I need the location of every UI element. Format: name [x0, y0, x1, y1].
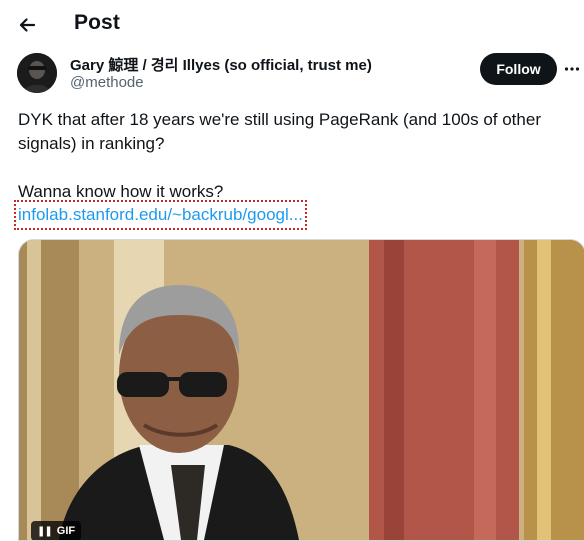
more-options-button[interactable] — [562, 58, 582, 80]
tweet-text-line — [18, 156, 568, 180]
follow-button[interactable]: Follow — [480, 53, 557, 85]
pause-icon: ❚❚ — [37, 525, 53, 537]
avatar-image — [17, 53, 57, 93]
avatar[interactable] — [17, 53, 57, 93]
back-button[interactable] — [10, 8, 44, 42]
gif-frame-image — [19, 240, 584, 540]
gif-media[interactable]: ❚❚ GIF — [18, 239, 584, 541]
tweet-text-line: signals) in ranking? — [18, 134, 165, 153]
arrow-left-icon — [19, 18, 36, 32]
author-display-name[interactable]: Gary 鯨理 / 경리 Illyes (so official, trust … — [70, 54, 372, 75]
more-horizontal-icon — [564, 67, 580, 71]
page-title: Post — [74, 11, 120, 34]
gif-badge-label: GIF — [56, 525, 76, 537]
tweet-link[interactable]: infolab.stanford.edu/~backrub/googl... — [18, 205, 303, 224]
top-bar: Post — [0, 0, 584, 50]
author-handle[interactable]: @methode — [70, 74, 144, 91]
tweet-text-line: DYK that after 18 years we're still usin… — [18, 110, 541, 129]
gif-badge[interactable]: ❚❚ GIF — [31, 521, 82, 540]
tweet-text: DYK that after 18 years we're still usin… — [18, 108, 568, 204]
tweet-link-container: infolab.stanford.edu/~backrub/googl... — [14, 200, 307, 230]
